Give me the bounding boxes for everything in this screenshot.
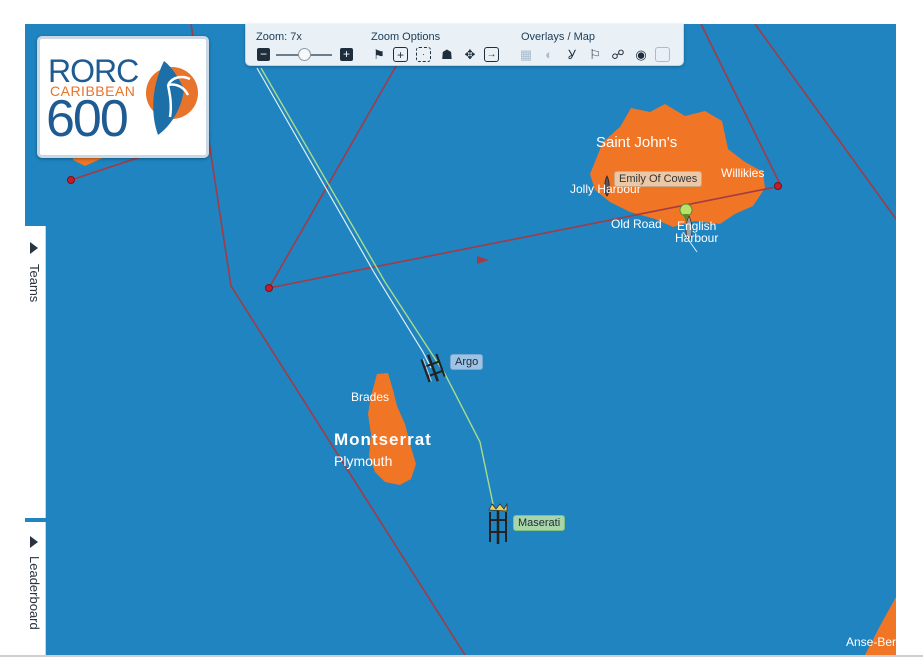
right-margin	[896, 24, 923, 657]
label-old-road: Old Road	[611, 217, 662, 231]
boat-tag-argo[interactable]: Argo	[450, 354, 484, 370]
boat-tag-emily[interactable]: Emily Of Cowes	[614, 171, 703, 187]
tab-leaderboard-label: Leaderboard	[27, 556, 42, 630]
label-willikies: Willikies	[721, 166, 765, 180]
contrast-icon[interactable]: ◐	[540, 45, 558, 63]
palm-sail-icon	[146, 61, 198, 135]
label-brades: Brades	[351, 390, 390, 404]
waypoint-mark	[67, 176, 75, 184]
track-icon[interactable]: ☍	[609, 45, 627, 63]
course-direction-arrow	[477, 256, 489, 264]
waypoint-mark	[265, 284, 273, 292]
zoom-in-button[interactable]: +	[340, 48, 353, 61]
argo-track	[256, 67, 432, 369]
zoom-out-button[interactable]: −	[257, 48, 270, 61]
label-saint-johns: Saint John's	[596, 134, 678, 151]
waypoint-mark	[774, 182, 782, 190]
expand-arrow-icon	[30, 242, 38, 254]
grid-overlay-icon[interactable]: ▦	[517, 45, 535, 63]
zoom-plus-icon[interactable]: +	[393, 47, 408, 62]
race-logo: RORC CARIBBEAN 600	[37, 36, 209, 158]
label-harbour: Harbour	[675, 231, 719, 245]
boat-tag-maserati[interactable]: Maserati	[513, 515, 566, 531]
empty-toggle-icon[interactable]	[655, 47, 670, 62]
wind-icon[interactable]: ⚐	[586, 45, 604, 63]
fit-selection-icon[interactable]: ·	[416, 47, 431, 62]
tab-teams-label: Teams	[27, 264, 42, 303]
zoom-options-label: Zoom Options	[371, 31, 441, 43]
fullscreen-icon[interactable]: ✥	[461, 45, 479, 63]
overlays-label: Overlays / Map	[521, 31, 595, 43]
tab-teams[interactable]: Teams	[25, 226, 46, 518]
flags-icon[interactable]: ⚑	[370, 45, 388, 63]
logo-600-text: 600	[46, 90, 129, 148]
group-icon[interactable]: ☗	[438, 45, 456, 63]
label-plymouth: Plymouth	[334, 453, 393, 469]
zoom-label: Zoom: 7x	[256, 31, 302, 43]
globe-icon[interactable]: ◉	[632, 45, 650, 63]
exit-icon[interactable]: →	[484, 47, 499, 62]
label-anse-bert: Anse-Bert	[846, 635, 896, 649]
tab-leaderboard[interactable]: Leaderboard	[25, 522, 46, 655]
map-toolbar: Zoom: 7x − + Zoom Options ⚑ + · ☗ ✥ → Ov…	[245, 24, 684, 66]
route-split-icon[interactable]: Ỿ	[563, 45, 581, 63]
zoom-slider-thumb[interactable]	[298, 48, 311, 61]
maserati-boat-icon	[488, 502, 508, 544]
expand-arrow-icon	[30, 536, 38, 548]
label-montserrat: Montserrat	[334, 430, 432, 449]
